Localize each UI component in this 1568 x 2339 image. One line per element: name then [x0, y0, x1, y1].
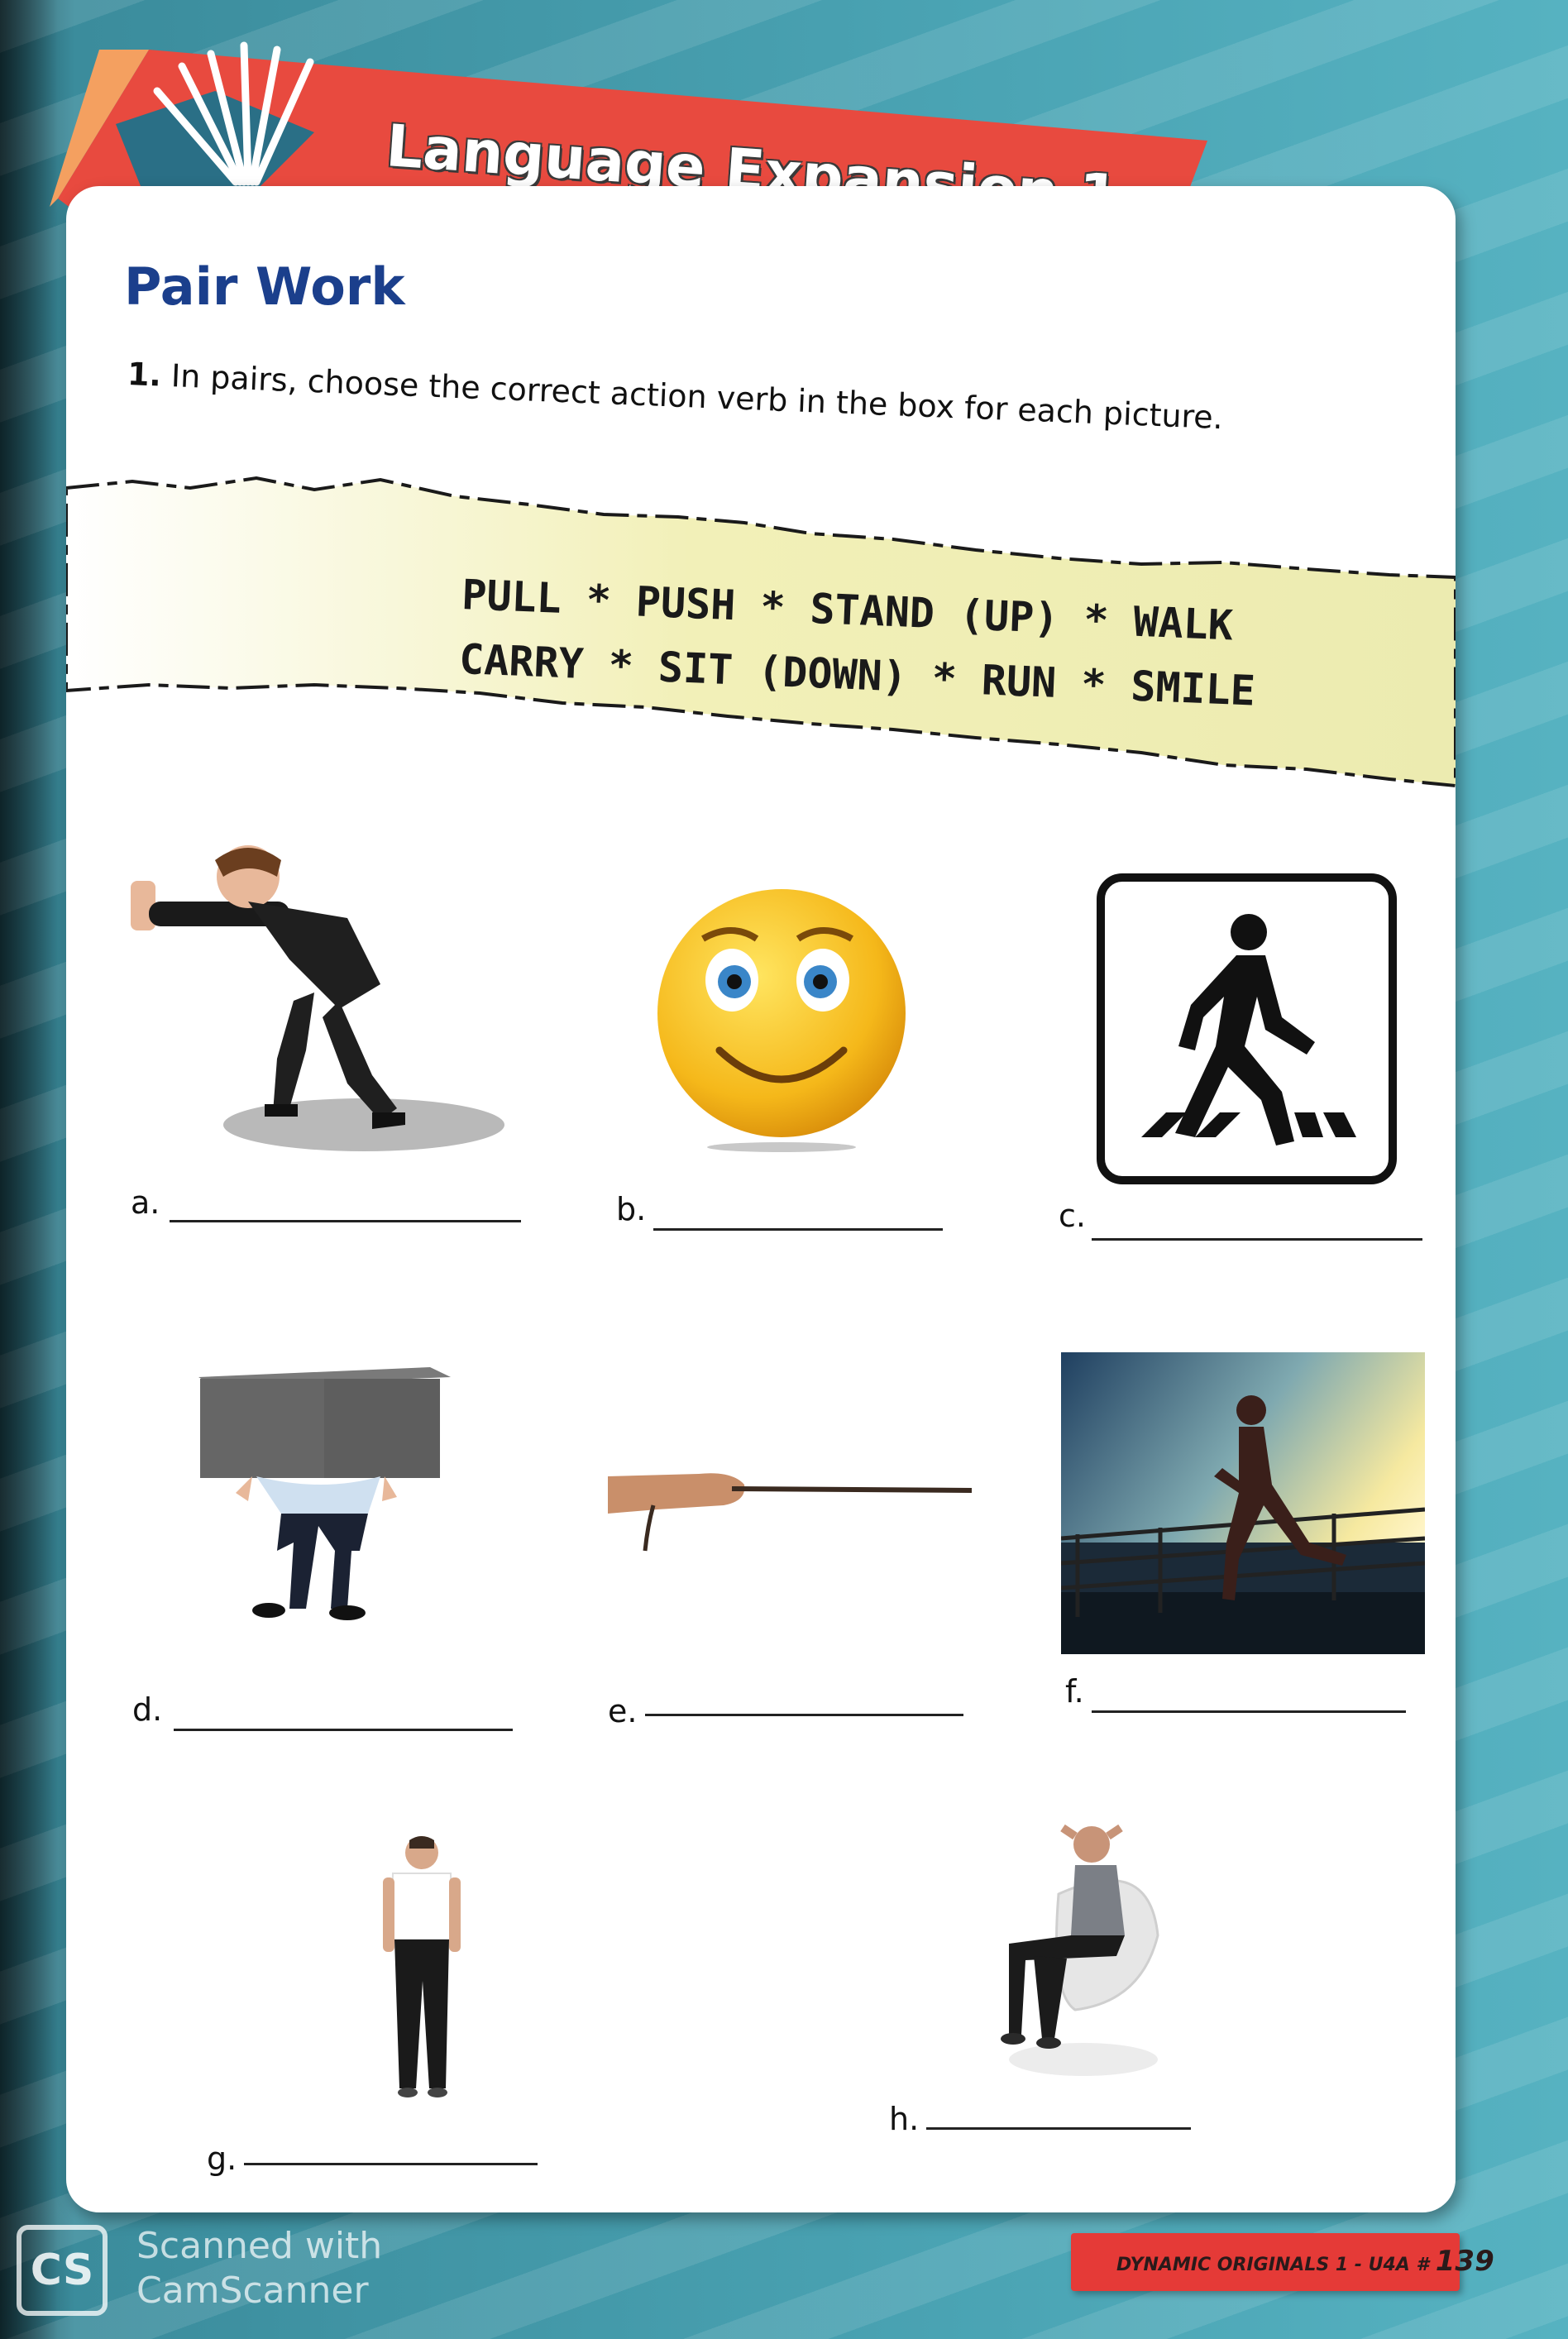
- man-standing: [383, 1836, 461, 2097]
- item-label-f: f.: [1065, 1673, 1084, 1710]
- section-title: Pair Work: [124, 256, 405, 317]
- answer-line-a[interactable]: [170, 1220, 521, 1222]
- item-label-e: e.: [608, 1693, 638, 1729]
- answer-line-e[interactable]: [645, 1714, 963, 1716]
- pedestrian-crossing-sign: [1097, 873, 1397, 1184]
- answer-line-c[interactable]: [1092, 1238, 1422, 1241]
- answer-line-f[interactable]: [1092, 1710, 1406, 1713]
- man-carrying-box: [198, 1367, 451, 1620]
- camscanner-logo: CS: [17, 2225, 108, 2316]
- man-pushing-illustration: [131, 845, 504, 1151]
- watermark-line-1: Scanned with: [136, 2225, 383, 2267]
- instruction-number: 1.: [127, 356, 162, 394]
- answer-line-d[interactable]: [174, 1729, 513, 1731]
- binding-shadow: [0, 0, 58, 2339]
- answer-line-g[interactable]: [244, 2163, 538, 2165]
- man-sitting-in-chair: [1001, 1824, 1159, 2076]
- hand-pulling-rope: [608, 1473, 972, 1552]
- footer-series: DYNAMIC ORIGINALS 1 - U4A #: [1116, 2255, 1429, 2275]
- item-label-d: d.: [132, 1691, 163, 1728]
- smiley-face-emoji: [657, 889, 906, 1152]
- answer-line-h[interactable]: [926, 2127, 1191, 2130]
- item-label-a: a.: [131, 1184, 160, 1221]
- camscanner-watermark: CS Scanned with CamScanner: [17, 2225, 414, 2316]
- answer-line-b[interactable]: [653, 1228, 943, 1231]
- item-label-h: h.: [889, 2101, 920, 2137]
- page-number: 139: [1435, 2245, 1494, 2278]
- watermark-line-2: CamScanner: [136, 2270, 369, 2312]
- item-label-g: g.: [207, 2140, 237, 2177]
- item-label-b: b.: [616, 1191, 647, 1227]
- woman-running-at-sunset: [1061, 1352, 1425, 1654]
- item-label-c: c.: [1059, 1198, 1086, 1234]
- footer: DYNAMIC ORIGINALS 1 - U4A # 139: [1116, 2245, 1494, 2278]
